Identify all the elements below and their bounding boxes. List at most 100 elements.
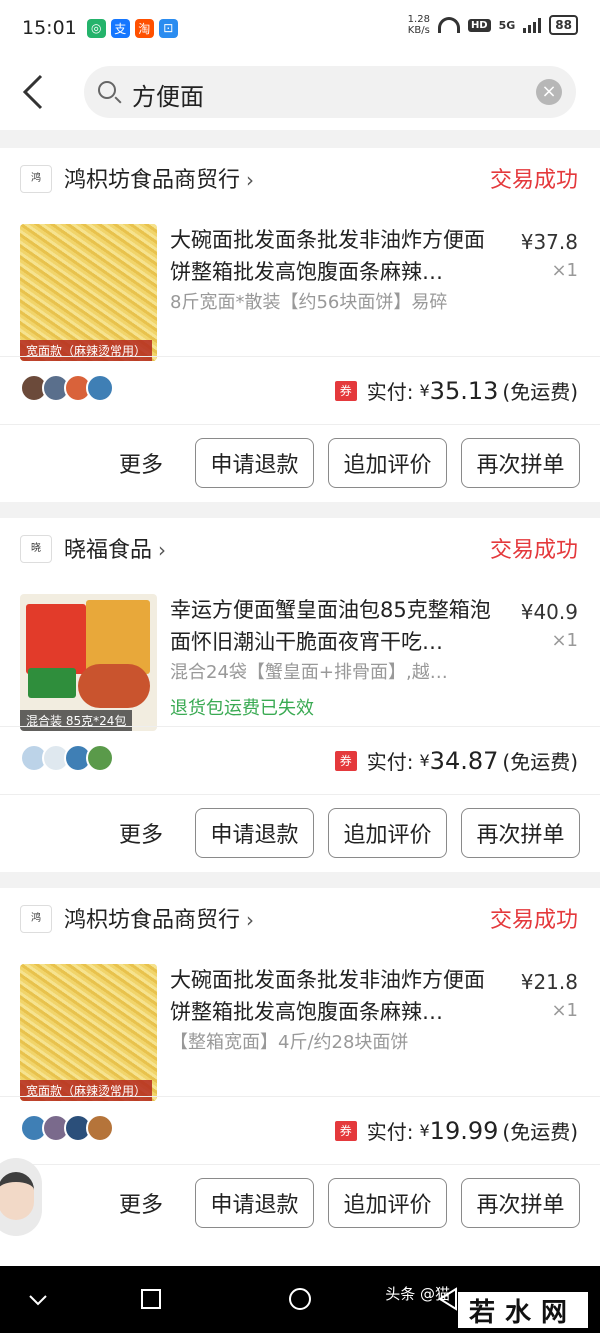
paid-summary: 券 实付: ¥ 19.99 (免运费): [334, 1116, 578, 1145]
floating-assistant-avatar[interactable]: [0, 1158, 42, 1236]
add-review-button[interactable]: 追加评价: [328, 808, 447, 858]
search-input[interactable]: 方便面: [132, 77, 204, 112]
paid-amount: 34.87: [429, 746, 499, 775]
product-spec: 8斤宽面*散装【约56块面饼】易碎: [170, 292, 448, 313]
group-avatars: [20, 744, 114, 772]
order-status: 交易成功: [489, 908, 578, 933]
currency: ¥: [419, 751, 430, 770]
search-header: 方便面 ×: [0, 56, 600, 130]
product-quantity: ×1: [551, 1000, 578, 1021]
paid-amount: 19.99: [429, 1116, 499, 1145]
divider: [0, 726, 600, 727]
order-status: 交易成功: [489, 538, 578, 563]
order-actions: 更多 申请退款 追加评价 再次拼单: [119, 808, 580, 858]
search-icon: [98, 81, 116, 99]
product-quantity: ×1: [551, 260, 578, 281]
divider: [0, 1164, 600, 1165]
product-image-tag: 宽面款（麻辣烫常用）: [20, 1080, 153, 1101]
product-image[interactable]: 宽面款（麻辣烫常用）: [20, 224, 157, 361]
divider: [0, 794, 600, 795]
product-image[interactable]: 宽面款（麻辣烫常用）: [20, 964, 157, 1101]
avatar: [86, 744, 114, 772]
product-spec: 混合24袋【蟹皇面+排骨面】,越…: [170, 662, 448, 683]
shop-row[interactable]: 晓 晓福食品 › 交易成功: [0, 518, 600, 576]
product-image-tag: 混合装 85克*24包: [20, 710, 133, 731]
message-app-icon: ◎: [86, 18, 106, 38]
more-button[interactable]: 更多: [119, 447, 163, 479]
network-type: 5G: [498, 18, 516, 32]
order-actions: 更多 申请退款 追加评价 再次拼单: [119, 1178, 580, 1228]
clear-icon[interactable]: ×: [536, 79, 562, 105]
alipay-icon: 支: [110, 18, 130, 38]
divider: [0, 1096, 600, 1097]
nav-hide-icon[interactable]: [28, 1294, 48, 1306]
wifi-icon: [437, 17, 460, 33]
avatar: [86, 374, 114, 402]
more-button[interactable]: 更多: [119, 817, 163, 849]
add-review-button[interactable]: 追加评价: [328, 1178, 447, 1228]
battery-icon: 88: [549, 15, 578, 35]
product-title[interactable]: 幸运方便面蟹皇面油包85克整箱泡面怀旧潮汕干脆面夜宵干吃…: [170, 594, 502, 658]
request-refund-button[interactable]: 申请退款: [195, 438, 314, 488]
reorder-button[interactable]: 再次拼单: [461, 1178, 580, 1228]
product-price: ¥21.8: [520, 970, 578, 994]
taobao-icon: 淘: [134, 18, 154, 38]
hd-icon: HD: [467, 18, 491, 32]
product-image-tag: 宽面款（麻辣烫常用）: [20, 340, 153, 361]
shop-name: 鸿枳坊食品商贸行: [64, 908, 241, 933]
shipping-note: (免运费): [502, 380, 578, 404]
shop-row[interactable]: 鸿 鸿枳坊食品商贸行 › 交易成功: [0, 888, 600, 946]
chevron-right-icon: ›: [158, 538, 167, 562]
notification-icons: ◎ 支 淘 ⊡: [86, 18, 178, 38]
net-speed-value: 1.28: [407, 14, 430, 25]
coupon-icon: 券: [334, 1120, 357, 1141]
nav-home-icon[interactable]: [288, 1287, 312, 1311]
request-refund-button[interactable]: 申请退款: [195, 1178, 314, 1228]
shop-name-link[interactable]: 鸿枳坊食品商贸行 ›: [64, 162, 254, 194]
product-price: ¥37.8: [520, 230, 578, 254]
nav-recents-icon[interactable]: [140, 1288, 162, 1310]
product-quantity: ×1: [551, 630, 578, 651]
shop-name-link[interactable]: 鸿枳坊食品商贸行 ›: [64, 902, 254, 934]
order-card: 晓 晓福食品 › 交易成功 混合装 85克*24包 幸运方便面蟹皇面油包85克整箱…: [0, 518, 600, 872]
order-status: 交易成功: [489, 168, 578, 193]
shop-name: 鸿枳坊食品商贸行: [64, 168, 241, 193]
divider: [0, 356, 600, 357]
watermark-text: 头条 @猫: [385, 1285, 450, 1303]
shipping-note: (免运费): [502, 750, 578, 774]
paid-label: 实付:: [366, 380, 414, 404]
product-image[interactable]: 混合装 85克*24包: [20, 594, 157, 731]
order-card: 鸿 鸿枳坊食品商贸行 › 交易成功 宽面款（麻辣烫常用） 大碗面批发面条批发非油炸…: [0, 888, 600, 1266]
avatar: [0, 1172, 34, 1220]
currency: ¥: [419, 381, 430, 400]
product-title[interactable]: 大碗面批发面条批发非油炸方便面饼整箱批发高饱腹面条麻辣…: [170, 964, 502, 1028]
back-arrow-icon[interactable]: [22, 74, 44, 110]
paid-amount: 35.13: [429, 376, 499, 405]
coupon-icon: 券: [334, 380, 357, 401]
order-card: 鸿 鸿枳坊食品商贸行 › 交易成功 宽面款（麻辣烫常用） 大碗面批发面条批发非油炸…: [0, 148, 600, 502]
net-speed: 1.28 KB/s: [408, 14, 430, 36]
status-bar: 15:01 ◎ 支 淘 ⊡ 1.28 KB/s HD 5G 88: [0, 0, 600, 56]
more-button[interactable]: 更多: [119, 1187, 163, 1219]
avatar: [86, 1114, 114, 1142]
coupon-icon: 券: [334, 750, 357, 771]
reorder-button[interactable]: 再次拼单: [461, 438, 580, 488]
paid-label: 实付:: [366, 750, 414, 774]
add-review-button[interactable]: 追加评价: [328, 438, 447, 488]
return-shipping-note: 退货包运费已失效: [170, 698, 314, 719]
product-title[interactable]: 大碗面批发面条批发非油炸方便面饼整箱批发高饱腹面条麻辣…: [170, 224, 502, 288]
shop-name: 晓福食品: [64, 538, 153, 563]
reorder-button[interactable]: 再次拼单: [461, 808, 580, 858]
system-indicators: 1.28 KB/s HD 5G 88: [408, 14, 578, 36]
request-refund-button[interactable]: 申请退款: [195, 808, 314, 858]
divider: [0, 424, 600, 425]
net-speed-unit: KB/s: [407, 25, 430, 36]
shop-name-link[interactable]: 晓福食品 ›: [64, 532, 166, 564]
chevron-right-icon: ›: [246, 908, 255, 932]
watermark-logo: 若水网: [458, 1292, 588, 1328]
paid-label: 实付:: [366, 1120, 414, 1144]
search-bar[interactable]: 方便面 ×: [84, 66, 576, 118]
currency: ¥: [419, 1121, 430, 1140]
product-spec: 【整箱宽面】4斤/约28块面饼: [170, 1032, 409, 1053]
shop-row[interactable]: 鸿 鸿枳坊食品商贸行 › 交易成功: [0, 148, 600, 206]
